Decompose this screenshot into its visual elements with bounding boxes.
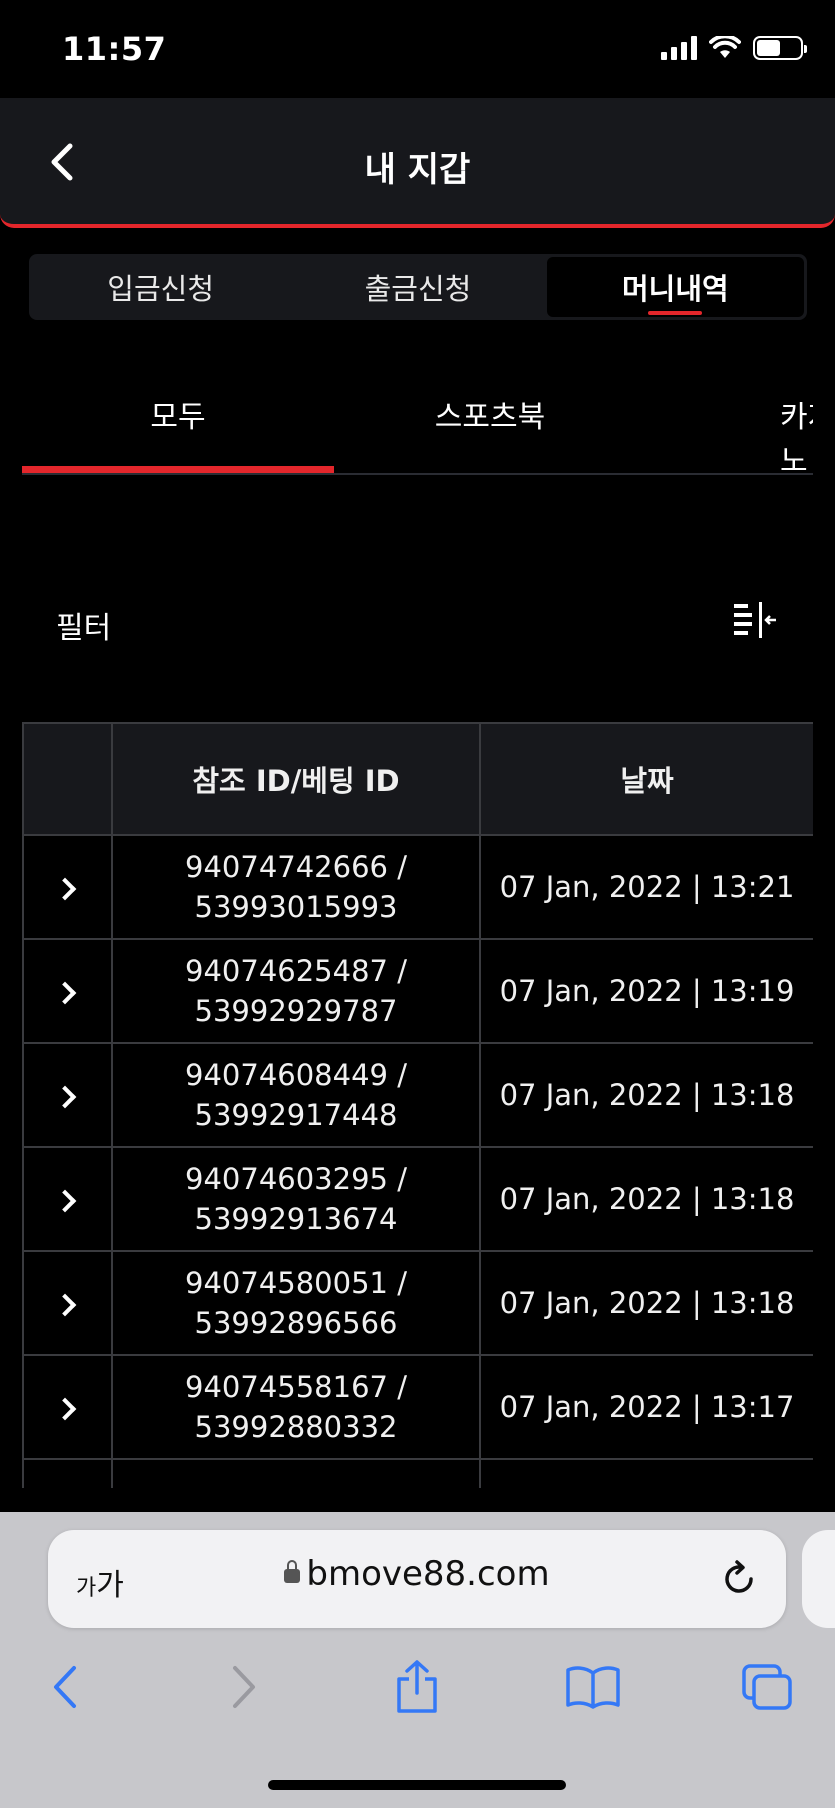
row-expand-button[interactable] [22,1354,113,1460]
date-cell: 07 Jan, 2022 | 13:17 [479,1354,813,1460]
filter-sort-icon [734,602,776,638]
active-tab-indicator [22,466,334,473]
tab-all[interactable]: 모두 [22,360,334,473]
tab-casino[interactable]: 카지노 [646,360,813,473]
chevron-right-icon [53,1189,76,1213]
status-time: 11:57 [62,30,167,68]
share-button[interactable] [382,1652,452,1722]
row-expand-button[interactable] [22,938,113,1044]
table-header-row: 참조 ID/베팅 ID 날짜 [22,722,813,836]
reference-id-cell: 94074558167 / 53992880332 [111,1354,481,1460]
table-row: 94074608449 / 53992917448 07 Jan, 2022 | … [22,1042,813,1148]
reload-icon [725,1560,753,1593]
table-row: 94074542030 / [22,1458,813,1488]
home-indicator [268,1780,566,1790]
page-title: 내 지갑 [364,150,471,190]
date-cell: 07 Jan, 2022 | 13:21 [479,834,813,940]
chevron-right-icon [53,981,76,1005]
table-row: 94074742666 / 53993015993 07 Jan, 2022 | … [22,834,813,940]
bet-id: 53992880332 [194,1410,398,1444]
ref-id: 94074625487 / [185,954,407,988]
chevron-right-icon [53,1293,76,1317]
tab-sportsbook[interactable]: 스포츠북 [334,360,646,473]
bet-id: 53992929787 [194,994,398,1028]
table-row: 94074558167 / 53992880332 07 Jan, 2022 | … [22,1354,813,1460]
ref-id: 94074558167 / [185,1370,407,1404]
header-date: 날짜 [479,722,813,836]
chevron-right-icon [53,877,76,901]
table-row: 94074580051 / 53992896566 07 Jan, 2022 | … [22,1250,813,1356]
address-bar[interactable]: 가가 bmove88.com [48,1530,786,1628]
lock-icon [284,1560,301,1583]
battery-icon [753,36,807,60]
chevron-right-icon [53,1085,76,1109]
date-cell: 07 Jan, 2022 | 13:18 [479,1042,813,1148]
url-text: bmove88.com [306,1554,550,1594]
wallet-segment-tabs: 입금신청 출금신청 머니내역 [29,254,807,320]
browser-toolbar [0,1652,835,1732]
date-cell [479,1458,813,1488]
table-row: 94074625487 / 53992929787 07 Jan, 2022 | … [22,938,813,1044]
tab-withdraw-request[interactable]: 출금신청 [289,257,546,317]
category-tabs: 모두 스포츠북 카지노 [22,360,813,475]
reload-button[interactable] [718,1558,760,1600]
browser-chrome: 가가 bmove88.com [0,1512,835,1808]
ref-id: 94074580051 / [185,1266,407,1300]
reference-id-cell: 94074603295 / 53992913674 [111,1146,481,1252]
app-header: 내 지갑 [0,98,835,228]
date-cell: 07 Jan, 2022 | 13:18 [479,1146,813,1252]
bookmarks-button[interactable] [558,1652,628,1722]
tabs-button[interactable] [732,1652,802,1722]
filter-button[interactable] [728,596,782,644]
row-expand-button[interactable] [22,1146,113,1252]
tab-deposit-request[interactable]: 입금신청 [32,257,289,317]
row-expand-button[interactable] [22,834,113,940]
transaction-table: 참조 ID/베팅 ID 날짜 94074742666 / 53993015993 … [22,722,813,1488]
chevron-left-icon [54,1666,76,1708]
bet-id: 53993015993 [194,890,398,924]
bet-id: 53992913674 [194,1202,398,1236]
row-expand-button[interactable] [22,1042,113,1148]
status-bar: 11:57 [0,0,835,98]
reference-id-cell: 94074542030 / [111,1458,481,1488]
date-cell: 07 Jan, 2022 | 13:18 [479,1250,813,1356]
browser-forward-button[interactable] [209,1652,279,1722]
chevron-right-icon [233,1666,255,1708]
bet-id: 53992896566 [194,1306,398,1340]
status-icons [661,36,807,60]
reference-id-cell: 94074608449 / 53992917448 [111,1042,481,1148]
browser-back-button[interactable] [30,1652,100,1722]
tabs-icon [742,1664,792,1710]
reference-id-cell: 94074580051 / 53992896566 [111,1250,481,1356]
filter-label: 필터 [56,611,112,646]
ref-id: 94074742666 / [185,850,407,884]
next-tab-preview[interactable] [802,1530,835,1628]
header-expand [22,722,113,836]
wifi-icon [709,36,741,58]
date-cell: 07 Jan, 2022 | 13:19 [479,938,813,1044]
ref-id: 94074603295 / [185,1162,407,1196]
url-display: bmove88.com [48,1554,786,1594]
table-row: 94074603295 / 53992913674 07 Jan, 2022 | … [22,1146,813,1252]
header-reference-id: 참조 ID/베팅 ID [111,722,481,836]
tab-money-history[interactable]: 머니내역 [546,257,804,317]
reference-id-cell: 94074742666 / 53993015993 [111,834,481,940]
share-icon [397,1660,437,1713]
row-expand-button[interactable] [22,1250,113,1356]
bet-id: 53992917448 [194,1098,398,1132]
row-expand-button[interactable] [22,1458,113,1488]
book-icon [566,1666,620,1709]
ref-id: 94074608449 / [185,1058,407,1092]
chevron-right-icon [53,1397,76,1421]
reference-id-cell: 94074625487 / 53992929787 [111,938,481,1044]
cellular-signal-icon [661,36,697,60]
